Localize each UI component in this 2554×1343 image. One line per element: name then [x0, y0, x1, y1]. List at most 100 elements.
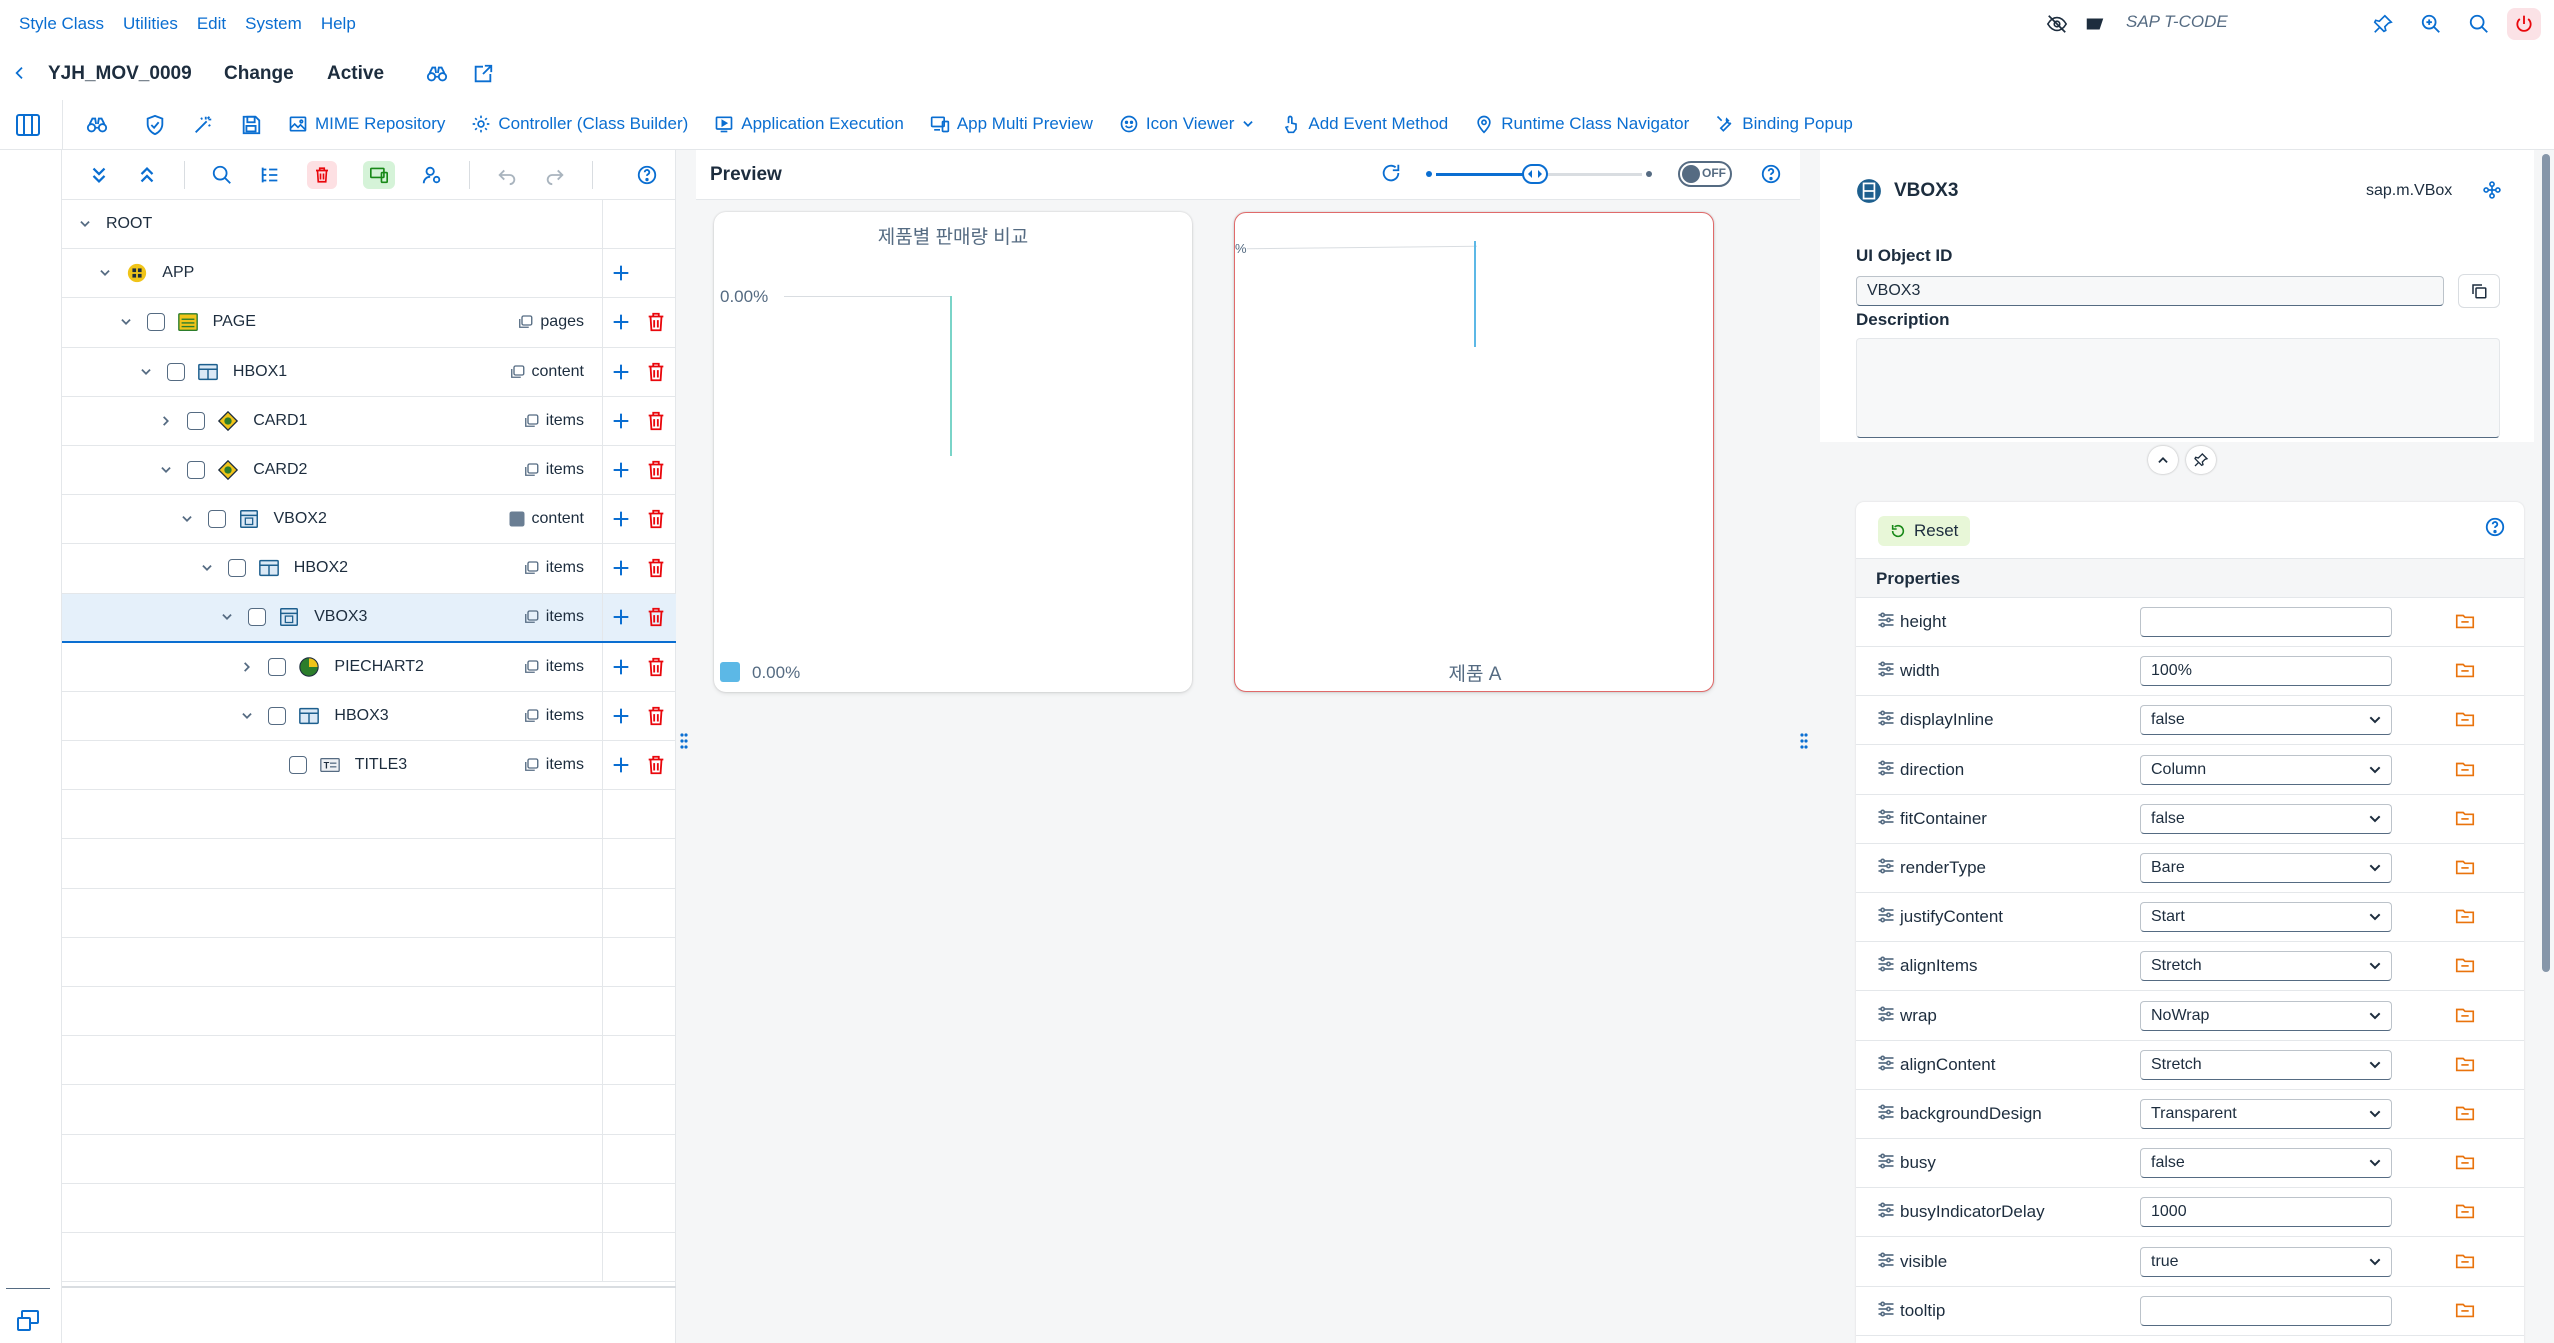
- tree-checkbox[interactable]: [268, 657, 287, 676]
- add-child-button[interactable]: [610, 410, 632, 432]
- collapse-all-icon[interactable]: [136, 164, 158, 186]
- binding-folder-icon[interactable]: [2454, 856, 2476, 878]
- application-execution-button[interactable]: Application Execution: [714, 114, 904, 134]
- pin-icon[interactable]: [2372, 13, 2394, 35]
- tree-checkbox[interactable]: [207, 510, 226, 529]
- property-select[interactable]: Column: [2140, 754, 2392, 785]
- copy-button[interactable]: [2458, 274, 2500, 308]
- delete-node-button[interactable]: [645, 311, 667, 333]
- binding-folder-icon[interactable]: [2454, 1151, 2476, 1173]
- back-icon[interactable]: [12, 65, 28, 81]
- tree-row[interactable]: CARD1 items: [62, 396, 676, 446]
- property-select[interactable]: Stretch: [2140, 1049, 2392, 1080]
- display-icon[interactable]: [86, 114, 108, 136]
- tree-checkbox[interactable]: [227, 559, 246, 578]
- zoom-in-icon[interactable]: [2420, 13, 2442, 35]
- ui-object-id-field[interactable]: VBOX3: [1856, 276, 2444, 306]
- app-multi-preview-button[interactable]: App Multi Preview: [930, 114, 1093, 134]
- splitter-handle-right[interactable]: [1800, 732, 1808, 754]
- redo-icon[interactable]: [544, 164, 566, 186]
- add-child-button[interactable]: [610, 459, 632, 481]
- tree-checkbox[interactable]: [187, 461, 206, 480]
- collapse-header-button[interactable]: [2148, 446, 2178, 474]
- binding-folder-icon[interactable]: [2454, 807, 2476, 829]
- menu-help[interactable]: Help: [321, 14, 356, 34]
- magic-wand-icon[interactable]: [192, 114, 214, 136]
- property-select[interactable]: false: [2140, 803, 2392, 834]
- scrollbar-thumb[interactable]: [2542, 154, 2550, 972]
- binding-folder-icon[interactable]: [2454, 1250, 2476, 1272]
- tree-row[interactable]: PAGE pages: [62, 298, 676, 348]
- icon-viewer-button[interactable]: Icon Viewer: [1119, 114, 1256, 134]
- binding-folder-icon[interactable]: [2454, 905, 2476, 927]
- list-icon[interactable]: [259, 164, 281, 186]
- binding-folder-icon[interactable]: [2454, 610, 2476, 632]
- tree-row[interactable]: HBOX1 content: [62, 347, 676, 397]
- property-select[interactable]: false: [2140, 705, 2392, 736]
- pin-header-button[interactable]: [2186, 446, 2216, 474]
- property-input[interactable]: [2140, 607, 2392, 637]
- binding-folder-icon[interactable]: [2454, 1053, 2476, 1075]
- menu-utilities[interactable]: Utilities: [123, 14, 178, 34]
- tree-checkbox[interactable]: [166, 362, 185, 381]
- chevron-down-icon[interactable]: [139, 365, 153, 379]
- chevron-right-icon[interactable]: [240, 660, 254, 674]
- reset-button[interactable]: Reset: [1878, 516, 1971, 546]
- delete-node-button[interactable]: [645, 705, 667, 727]
- help-icon[interactable]: [1760, 163, 1782, 185]
- binding-folder-icon[interactable]: [2454, 1299, 2476, 1321]
- delete-node-button[interactable]: [645, 459, 667, 481]
- binding-popup-button[interactable]: Binding Popup: [1715, 114, 1853, 134]
- binding-folder-icon[interactable]: [2454, 1004, 2476, 1026]
- tree-row[interactable]: HBOX2 items: [62, 544, 676, 594]
- chevron-down-icon[interactable]: [98, 266, 112, 280]
- undo-icon[interactable]: [496, 164, 518, 186]
- delete-node-button[interactable]: [645, 410, 667, 432]
- add-child-button[interactable]: [610, 361, 632, 383]
- tree-row[interactable]: CARD2 items: [62, 445, 676, 496]
- search-icon[interactable]: [2468, 13, 2490, 35]
- binding-folder-icon[interactable]: [2454, 758, 2476, 780]
- delete-selected-button[interactable]: [307, 160, 337, 189]
- description-field[interactable]: [1856, 338, 2500, 438]
- layout-columns-icon[interactable]: [16, 114, 40, 136]
- preview-device-button[interactable]: [363, 160, 395, 189]
- delete-node-button[interactable]: [645, 508, 667, 530]
- delete-node-button[interactable]: [645, 361, 667, 383]
- tree-row[interactable]: T TITLE3 items: [62, 741, 676, 791]
- property-input[interactable]: [2140, 1295, 2392, 1326]
- shield-icon[interactable]: [144, 114, 166, 136]
- add-child-button[interactable]: [610, 606, 632, 628]
- add-child-button[interactable]: [610, 557, 632, 579]
- tcode-input[interactable]: SAP T-CODE: [2126, 12, 2326, 36]
- binding-folder-icon[interactable]: [2454, 1200, 2476, 1222]
- property-select[interactable]: Bare: [2140, 853, 2392, 883]
- refresh-icon[interactable]: [1380, 162, 1402, 184]
- add-child-button[interactable]: [610, 656, 632, 678]
- property-input[interactable]: 1000: [2140, 1197, 2392, 1228]
- chevron-down-icon[interactable]: [119, 315, 133, 329]
- tree-row[interactable]: ROOT: [62, 200, 676, 250]
- share-icon[interactable]: [2482, 180, 2502, 200]
- user-settings-icon[interactable]: [421, 164, 443, 186]
- chevron-down-icon[interactable]: [240, 709, 254, 723]
- controller-button[interactable]: Controller (Class Builder): [471, 114, 688, 134]
- menu-style-class[interactable]: Style Class: [19, 14, 104, 34]
- tree-checkbox[interactable]: [248, 608, 267, 627]
- chevron-right-icon[interactable]: [159, 414, 173, 428]
- window-icon[interactable]: [16, 1310, 40, 1332]
- tree-checkbox[interactable]: [146, 313, 165, 332]
- property-input[interactable]: 100%: [2140, 656, 2392, 687]
- preview-size-slider[interactable]: [1426, 164, 1652, 184]
- add-child-button[interactable]: [610, 262, 632, 284]
- help-icon[interactable]: [636, 164, 658, 186]
- add-child-button[interactable]: [610, 705, 632, 727]
- export-icon[interactable]: [472, 63, 494, 85]
- property-select[interactable]: Stretch: [2140, 951, 2392, 982]
- preview-toggle[interactable]: OFF: [1678, 161, 1732, 187]
- chevron-down-icon[interactable]: [180, 512, 194, 526]
- property-select[interactable]: Start: [2140, 902, 2392, 933]
- add-child-button[interactable]: [610, 311, 632, 333]
- mime-repository-button[interactable]: MIME Repository: [288, 114, 445, 134]
- chevron-down-icon[interactable]: [159, 463, 173, 477]
